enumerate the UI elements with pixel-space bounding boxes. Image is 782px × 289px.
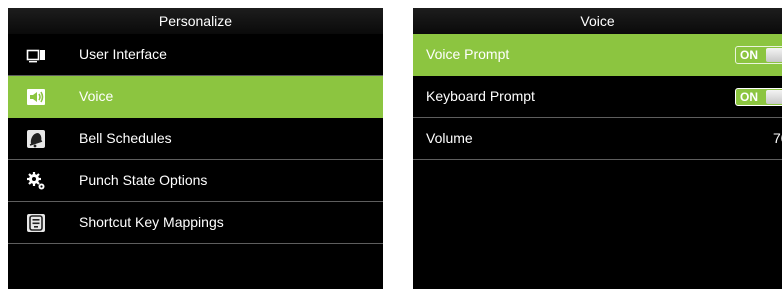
menu-item-punch-state-options[interactable]: Punch State Options <box>8 160 383 202</box>
voice-prompt-toggle[interactable]: ON <box>735 46 782 64</box>
setting-label: Keyboard Prompt <box>426 88 535 104</box>
toggle-knob <box>766 48 782 62</box>
shortcut-key-icon <box>26 213 46 233</box>
setting-keyboard-prompt[interactable]: Keyboard Prompt ON <box>413 76 782 118</box>
setting-label: Voice Prompt <box>426 46 510 62</box>
menu-item-label: Voice <box>79 88 114 104</box>
setting-volume[interactable]: Volume 70 <box>413 118 782 160</box>
menu-item-label: Punch State Options <box>79 172 208 188</box>
bell-icon <box>26 129 46 149</box>
menu-item-shortcut-key-mappings[interactable]: Shortcut Key Mappings <box>8 202 383 244</box>
page-title: Voice <box>413 8 782 34</box>
toggle-state-label: ON <box>740 48 758 62</box>
user-interface-icon <box>26 45 46 65</box>
setting-label: Volume <box>426 130 473 146</box>
volume-value: 70 <box>773 130 782 146</box>
personalize-screen: Personalize User Interface Voice Bell Sc… <box>8 8 383 289</box>
menu-item-user-interface[interactable]: User Interface <box>8 34 383 76</box>
setting-voice-prompt[interactable]: Voice Prompt ON <box>413 34 782 76</box>
menu-item-voice[interactable]: Voice <box>8 76 383 118</box>
menu-item-label: User Interface <box>79 46 167 62</box>
menu-item-bell-schedules[interactable]: Bell Schedules <box>8 118 383 160</box>
speaker-icon <box>26 87 46 107</box>
toggle-knob <box>766 90 782 104</box>
menu-item-label: Bell Schedules <box>79 130 172 146</box>
gears-icon <box>26 171 46 191</box>
menu-item-label: Shortcut Key Mappings <box>79 214 224 230</box>
toggle-state-label: ON <box>740 90 758 104</box>
voice-screen: Voice Voice Prompt ON Keyboard Prompt ON… <box>413 8 782 289</box>
page-title: Personalize <box>8 8 383 34</box>
keyboard-prompt-toggle[interactable]: ON <box>735 88 782 106</box>
